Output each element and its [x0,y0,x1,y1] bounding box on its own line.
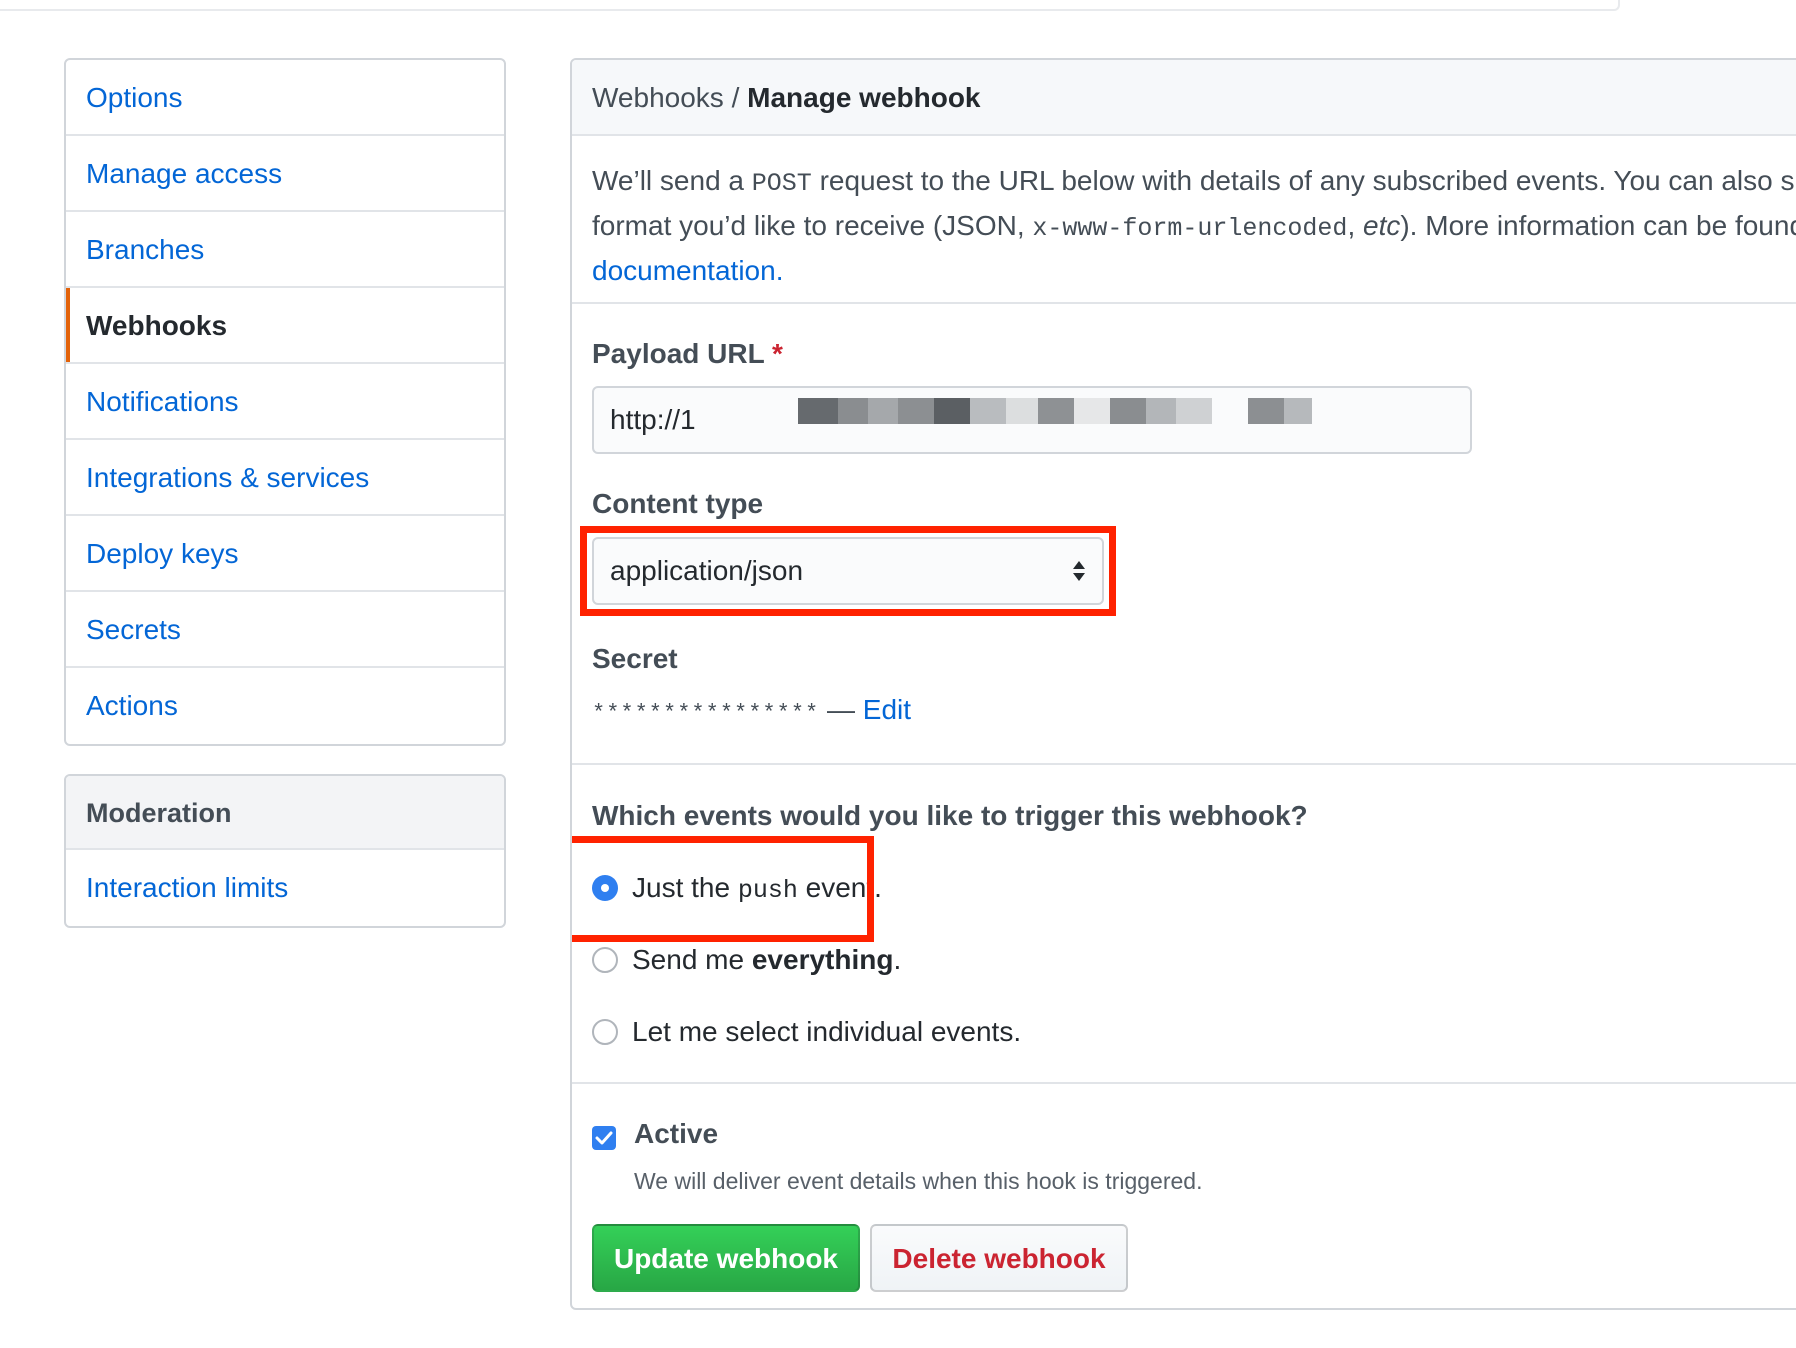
description-text: format you’d like to receive (JSON, [592,210,1033,241]
content-type-highlight [580,526,1116,616]
sidebar-item-actions[interactable]: Actions [66,668,504,744]
radio-button[interactable] [592,1019,618,1045]
description-text: We’ll send a [592,165,752,196]
required-marker: * [771,338,783,369]
post-code: POST [751,169,812,198]
settings-menu: Options Manage access Branches Webhooks … [64,58,506,746]
description-line-3: documentation. [592,250,1796,292]
sidebar-item-deploy-keys[interactable]: Deploy keys [66,516,504,592]
events-question: Which events would you like to trigger t… [592,800,1308,831]
update-webhook-button[interactable]: Update webhook [592,1224,860,1292]
divider [572,763,1796,765]
check-icon [595,1131,613,1145]
sidebar-item-options[interactable]: Options [66,60,504,136]
encoding-code: x-www-form-urlencoded [1032,214,1348,243]
moderation-heading: Moderation [66,776,504,850]
payload-url-input[interactable]: http://1 spr [592,386,1472,454]
webhook-description: We’ll send a POST request to the URL bel… [592,160,1796,292]
radio-individual-events[interactable]: Let me select individual events. [592,1012,1021,1052]
sidebar-item-webhooks[interactable]: Webhooks [66,288,504,364]
description-text: ). More information can be found ir [1400,210,1796,241]
sidebar-item-secrets[interactable]: Secrets [66,592,504,668]
divider [572,1082,1796,1084]
description-text: request to the URL below with details of… [811,165,1796,196]
description-line-2: format you’d like to receive (JSON, x-ww… [592,205,1796,250]
manage-webhook-panel: Webhooks / Manage webhook We’ll send a P… [570,58,1796,1310]
description-line-1: We’ll send a POST request to the URL bel… [592,160,1796,205]
sidebar-item-branches[interactable]: Branches [66,212,504,288]
sidebar-item-manage-access[interactable]: Manage access [66,136,504,212]
content-type-label: Content type [592,488,764,519]
description-text: , [1347,210,1363,241]
payload-url-value: http://1 [610,404,696,435]
moderation-menu: Moderation Interaction limits [64,774,506,928]
sidebar-item-integrations[interactable]: Integrations & services [66,440,504,516]
secret-dash: — [819,694,863,725]
breadcrumb: Webhooks / Manage webhook [572,60,1796,136]
documentation-link[interactable]: documentation [592,255,776,286]
breadcrumb-separator: / [723,82,748,113]
individual-option-label: Let me select individual events. [632,1016,1022,1047]
radio-button[interactable] [592,947,618,973]
active-note: We will deliver event details when this … [634,1168,1203,1194]
page-title: Manage webhook [747,82,981,113]
active-checkbox[interactable] [592,1126,616,1150]
push-event-highlight [572,836,874,942]
divider [572,302,1796,304]
etc-text: etc [1363,210,1401,241]
sidebar-item-interaction-limits[interactable]: Interaction limits [66,850,504,926]
top-bar-edge [0,0,1620,11]
payload-url-label: Payload URL * [592,338,783,370]
secret-label: Secret [592,643,678,674]
everything-option-label: Send me everything. [632,944,902,975]
delete-webhook-button[interactable]: Delete webhook [870,1224,1128,1292]
breadcrumb-webhooks-link[interactable]: Webhooks [592,82,724,113]
secret-row: **************** — Edit [592,694,911,726]
radio-everything[interactable]: Send me everything. [592,940,901,980]
secret-edit-link[interactable]: Edit [863,694,911,725]
payload-url-label-text: Payload URL [592,338,765,369]
active-label: Active [634,1118,719,1149]
description-period: . [775,255,784,286]
sidebar-item-notifications[interactable]: Notifications [66,364,504,440]
payload-url-suffix: spr [1312,452,1351,454]
secret-mask: **************** [592,701,820,726]
